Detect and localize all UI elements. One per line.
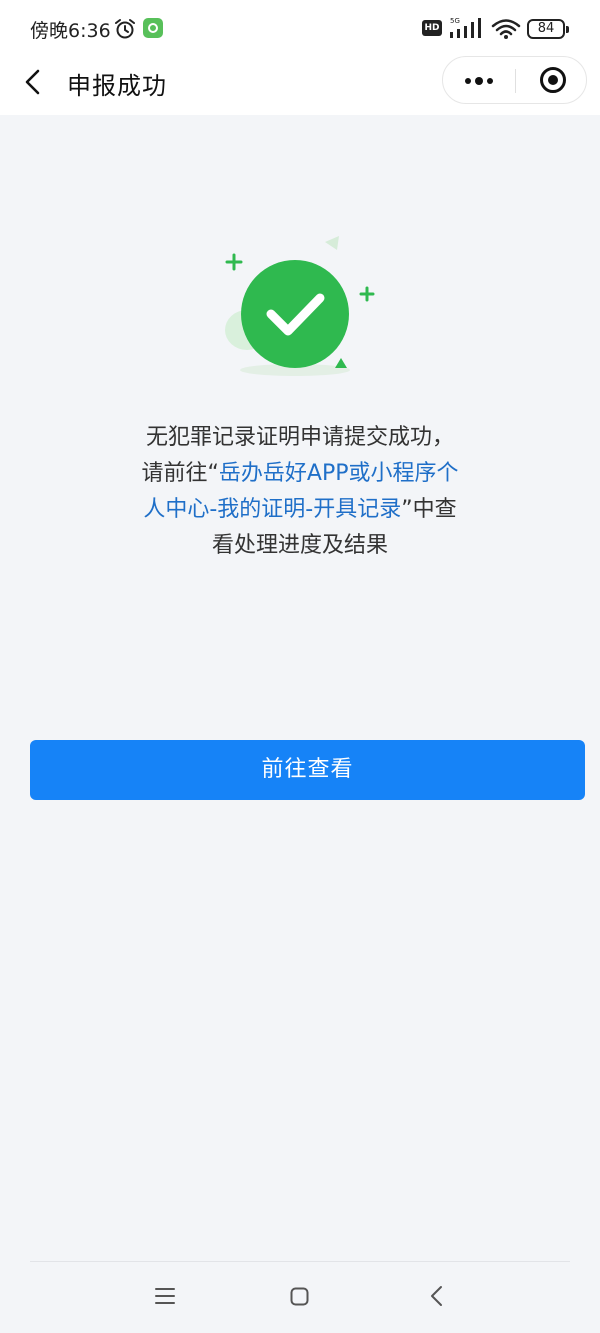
menu-icon[interactable] bbox=[155, 1287, 175, 1305]
close-target-icon-dot bbox=[548, 75, 558, 85]
app-badge-icon bbox=[143, 18, 163, 38]
more-icon-dot bbox=[475, 77, 483, 85]
home-icon[interactable] bbox=[290, 1287, 309, 1306]
more-icon-dot bbox=[487, 78, 493, 84]
more-icon bbox=[465, 78, 471, 84]
close-mini-program-button[interactable] bbox=[516, 57, 588, 103]
hd-badge: HD bbox=[422, 20, 442, 36]
system-navigation bbox=[0, 1262, 600, 1333]
network-label: 5G bbox=[450, 17, 460, 25]
wifi-icon bbox=[491, 19, 521, 39]
mini-program-capsule bbox=[442, 56, 587, 104]
battery-icon: 84 bbox=[527, 19, 569, 39]
go-view-button[interactable]: 前往查看 bbox=[30, 740, 585, 800]
status-time: 傍晚6:36 bbox=[30, 20, 111, 42]
success-message: 无犯罪记录证明申请提交成功，请前往“岳办岳好APP或小程序个人中心-我的证明-开… bbox=[140, 420, 460, 564]
more-button[interactable] bbox=[443, 57, 515, 103]
back-icon[interactable] bbox=[20, 67, 46, 97]
nav-bar: 申报成功 bbox=[0, 56, 600, 115]
system-back-icon[interactable] bbox=[429, 1285, 443, 1307]
page-title: 申报成功 bbox=[67, 72, 167, 100]
success-check-icon bbox=[225, 236, 375, 376]
alarm-icon bbox=[115, 19, 135, 39]
signal-icon: 5G bbox=[450, 17, 481, 38]
status-bar: 傍晚6:36 HD 5G 84 bbox=[0, 0, 600, 58]
